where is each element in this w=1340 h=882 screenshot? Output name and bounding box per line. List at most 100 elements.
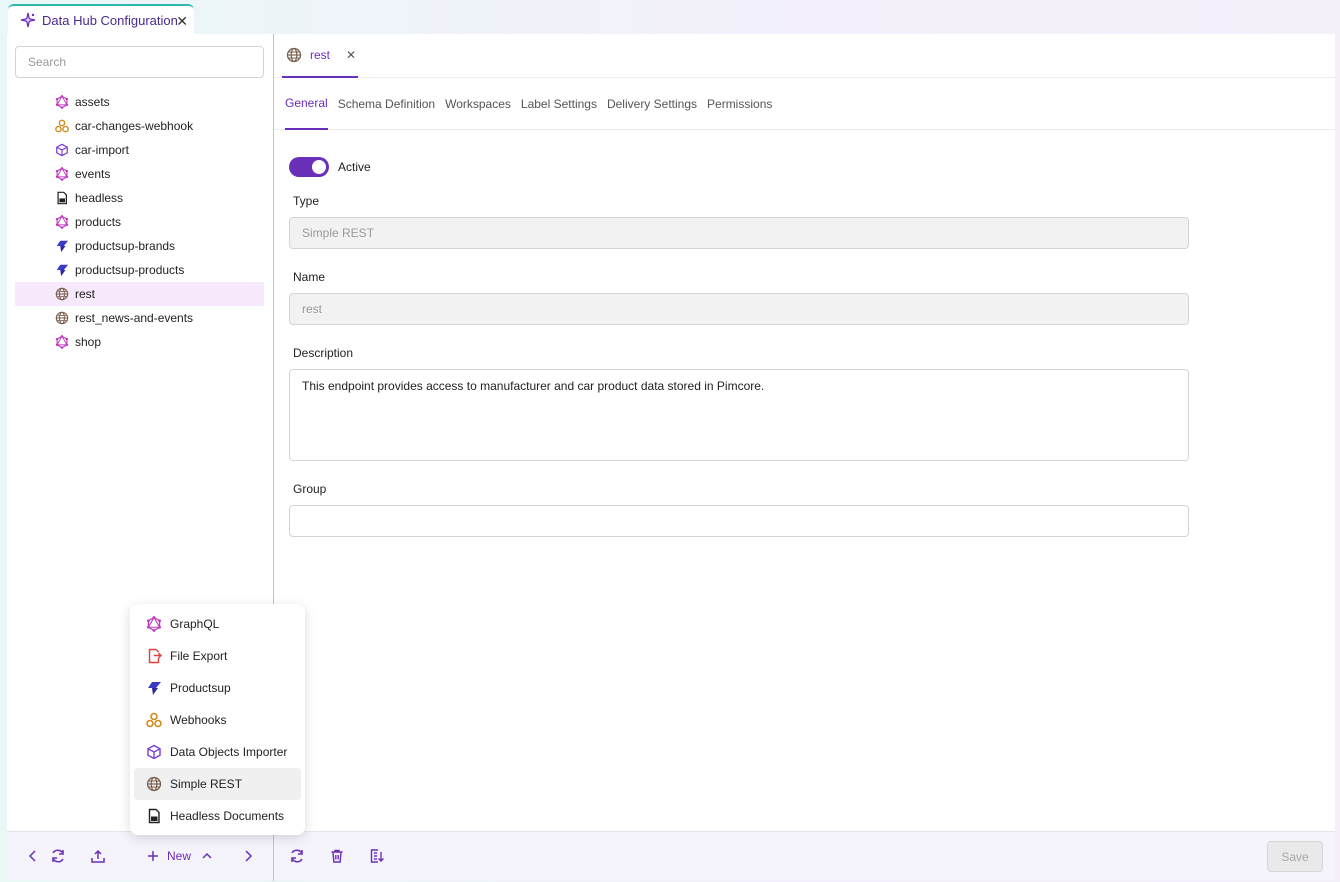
- close-doc-tab-icon[interactable]: ✕: [346, 48, 356, 62]
- document-tabs: rest ✕: [274, 34, 1335, 78]
- doc-tab-rest[interactable]: rest ✕: [282, 34, 358, 78]
- tree-item-events[interactable]: events: [15, 162, 264, 186]
- menu-item-label: Simple REST: [170, 777, 243, 791]
- search-input[interactable]: [15, 46, 264, 78]
- description-textarea[interactable]: This endpoint provides access to manufac…: [289, 369, 1189, 461]
- menu-item-label: Headless Documents: [170, 809, 285, 823]
- name-label: Name: [293, 270, 326, 284]
- tree-item-assets[interactable]: assets: [15, 90, 264, 114]
- file-export-icon: [146, 648, 162, 664]
- trash-icon[interactable]: [328, 847, 346, 865]
- name-field: rest: [289, 293, 1189, 325]
- group-field[interactable]: [289, 505, 1189, 537]
- menu-item-headless-documents[interactable]: Headless Documents: [134, 800, 301, 832]
- tree-item-label: products: [75, 215, 122, 229]
- group-label: Group: [293, 482, 327, 496]
- tab-delivery-settings[interactable]: Delivery Settings: [607, 78, 697, 130]
- graphql-icon: [146, 616, 162, 632]
- menu-item-label: File Export: [170, 649, 228, 663]
- close-tab-icon[interactable]: ✕: [176, 13, 188, 30]
- tree-item-label: assets: [75, 95, 110, 109]
- upload-icon[interactable]: [89, 847, 107, 865]
- export-icon[interactable]: [368, 847, 386, 865]
- webhook-icon: [55, 119, 69, 133]
- refresh-tree-icon[interactable]: [49, 847, 67, 865]
- chevron-right-icon[interactable]: [239, 847, 257, 865]
- active-toggle[interactable]: [289, 157, 329, 177]
- new-button[interactable]: New: [147, 846, 213, 866]
- description-label: Description: [293, 346, 354, 360]
- graphql-icon: [55, 335, 69, 349]
- tree-item-productsup-products[interactable]: productsup-products: [15, 258, 264, 282]
- tree-item-shop[interactable]: shop: [15, 330, 264, 354]
- config-tree: assets car-changes-webhook car-import event…: [15, 90, 264, 354]
- productsup-icon: [55, 263, 69, 277]
- menu-item-label: GraphQL: [170, 617, 220, 631]
- tab-schema-definition[interactable]: Schema Definition: [338, 78, 435, 130]
- graphql-icon: [55, 167, 69, 181]
- tree-item-car-changes-webhook[interactable]: car-changes-webhook: [15, 114, 264, 138]
- tree-item-label: events: [75, 167, 111, 181]
- tree-item-label: car-changes-webhook: [75, 119, 194, 133]
- tree-item-headless[interactable]: headless: [15, 186, 264, 210]
- data-hub-config-tab[interactable]: Data Hub Configuration ✕: [8, 4, 194, 34]
- editor-panel: rest ✕ General Schema Definition Workspace…: [274, 34, 1335, 831]
- tree-item-label: headless: [75, 191, 124, 205]
- menu-item-data-objects-importer[interactable]: Data Objects Importer: [134, 736, 301, 768]
- globe-icon: [146, 776, 162, 792]
- tab-label-settings[interactable]: Label Settings: [521, 78, 597, 130]
- tree-item-productsup-brands[interactable]: productsup-brands: [15, 234, 264, 258]
- menu-item-file-export[interactable]: File Export: [134, 640, 301, 672]
- plus-icon: [147, 850, 159, 862]
- globe-icon: [55, 287, 69, 301]
- menu-item-label: Data Objects Importer: [170, 745, 288, 759]
- menu-item-label: Webhooks: [170, 713, 227, 727]
- tree-item-label: shop: [75, 335, 102, 349]
- tree-item-label: rest_news-and-events: [75, 311, 194, 325]
- menu-item-simple-rest[interactable]: Simple REST: [134, 768, 301, 800]
- new-config-menu: GraphQL File Export Productsup Webhooks Data…: [130, 604, 305, 835]
- graphql-icon: [55, 215, 69, 229]
- general-form: Active Type Simple REST Name rest Descri…: [289, 156, 1189, 558]
- type-field: Simple REST: [289, 217, 1189, 249]
- new-label: New: [167, 849, 192, 863]
- tree-item-rest[interactable]: rest: [15, 282, 264, 306]
- webhook-icon: [146, 712, 162, 728]
- data-hub-config-title: Data Hub Configuration: [42, 12, 178, 28]
- graphql-icon: [55, 95, 69, 109]
- menu-item-graphql[interactable]: GraphQL: [134, 608, 301, 640]
- active-label: Active: [338, 160, 371, 174]
- doc-tab-label: rest: [310, 48, 331, 62]
- active-row: Active: [289, 156, 1189, 178]
- bottom-toolbar: New Save: [7, 831, 1335, 881]
- tree-item-products[interactable]: products: [15, 210, 264, 234]
- tree-item-car-import[interactable]: car-import: [15, 138, 264, 162]
- tree-item-label: productsup-products: [75, 263, 185, 277]
- productsup-icon: [146, 680, 162, 696]
- menu-item-webhooks[interactable]: Webhooks: [134, 704, 301, 736]
- document-icon: [146, 808, 162, 824]
- tree-item-label: rest: [75, 287, 96, 301]
- menu-item-productsup[interactable]: Productsup: [134, 672, 301, 704]
- chevron-left-icon[interactable]: [24, 847, 42, 865]
- productsup-icon: [55, 239, 69, 253]
- tab-general[interactable]: General: [285, 78, 328, 130]
- tab-workspaces[interactable]: Workspaces: [445, 78, 511, 130]
- data-importer-icon: [55, 143, 69, 157]
- settings-tabs: General Schema Definition Workspaces Label …: [274, 78, 1335, 130]
- type-label: Type: [293, 194, 320, 208]
- reload-icon[interactable]: [288, 847, 306, 865]
- tab-permissions[interactable]: Permissions: [707, 78, 772, 130]
- data-hub-icon: [20, 12, 36, 28]
- globe-icon: [55, 311, 69, 325]
- tree-item-label: productsup-brands: [75, 239, 176, 253]
- toolbar-divider: [273, 832, 274, 881]
- save-button[interactable]: Save: [1267, 841, 1323, 872]
- tree-item-rest_news-and-events[interactable]: rest_news-and-events: [15, 306, 264, 330]
- data-importer-icon: [146, 744, 162, 760]
- document-icon: [55, 191, 69, 205]
- tree-item-label: car-import: [75, 143, 130, 157]
- chevron-up-icon: [201, 850, 213, 862]
- globe-icon: [286, 47, 302, 63]
- menu-item-label: Productsup: [170, 681, 231, 695]
